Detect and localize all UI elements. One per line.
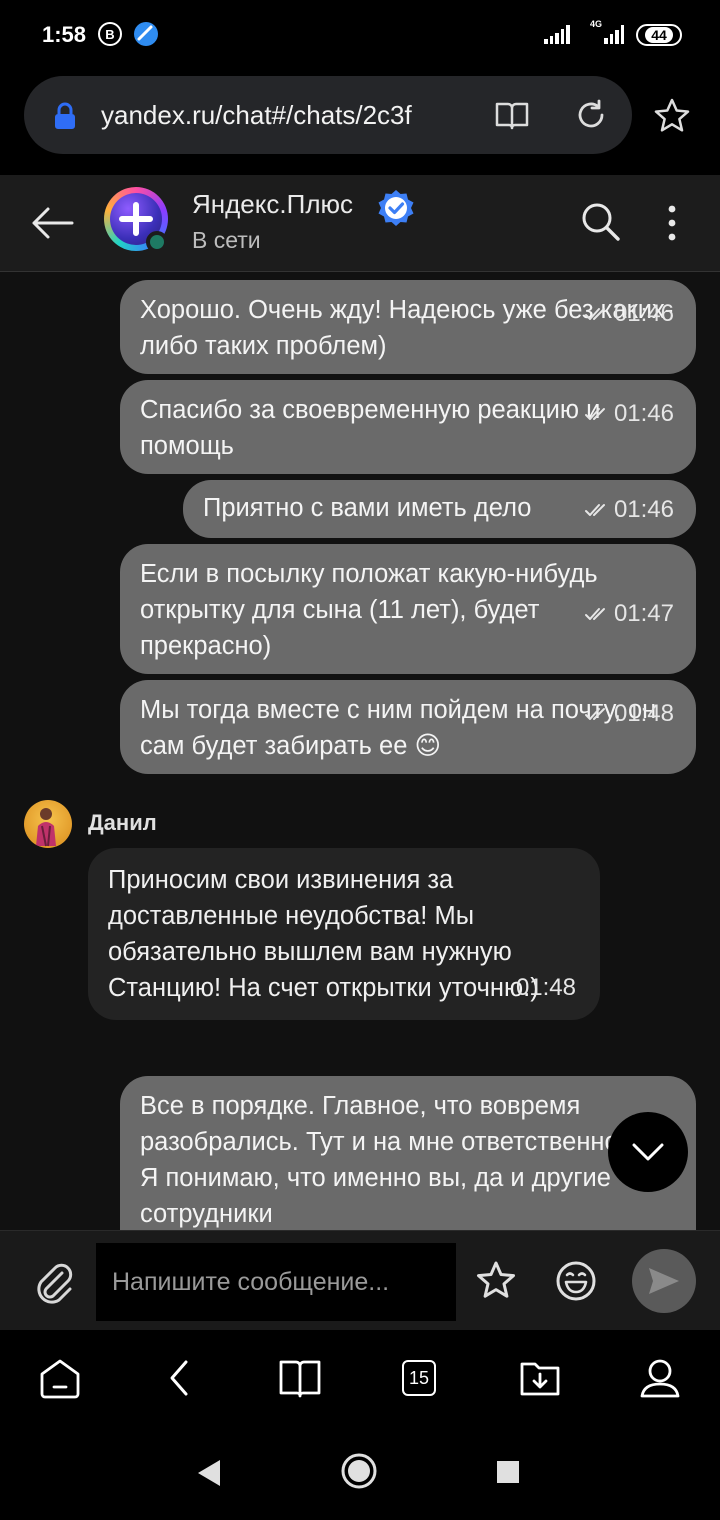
message-text: Приятно с вами иметь дело: [203, 494, 532, 522]
home-icon[interactable]: [38, 1356, 82, 1400]
message-time: 01:46: [613, 400, 674, 427]
double-check-icon: [584, 708, 605, 720]
message-meta: 01:46: [584, 492, 674, 528]
outgoing-message[interactable]: Хорошо. Очень жду! Надеюсь уже без каких…: [120, 280, 696, 374]
battery-icon: 44: [636, 24, 682, 46]
double-check-icon: [584, 308, 605, 320]
url-text[interactable]: yandex.ru/chat#/chats/2c3f: [101, 100, 456, 131]
bookmark-star-icon[interactable]: [652, 96, 692, 136]
message-meta: 01:46: [584, 396, 674, 432]
double-check-icon: [584, 408, 605, 420]
status-time: 1:58: [42, 22, 87, 47]
tabs-count-button[interactable]: 15: [402, 1360, 436, 1396]
sender-avatar[interactable]: [24, 800, 72, 848]
favorite-star-icon[interactable]: [474, 1259, 518, 1303]
system-home-icon[interactable]: [340, 1452, 378, 1490]
chat-status: В сети: [192, 227, 261, 253]
send-button[interactable]: [632, 1249, 696, 1313]
system-back-icon[interactable]: [194, 1458, 224, 1488]
outgoing-message[interactable]: Приятно с вами иметь дело 01:46: [183, 480, 696, 538]
scroll-to-bottom-button[interactable]: [608, 1112, 688, 1192]
person-avatar-icon: [36, 808, 56, 847]
back-arrow-icon[interactable]: [28, 203, 76, 243]
search-icon[interactable]: [578, 199, 622, 243]
sender-name: Данил: [88, 810, 157, 835]
address-bar[interactable]: yandex.ru/chat#/chats/2c3f: [24, 76, 632, 154]
book-icon[interactable]: [278, 1356, 322, 1400]
message-input[interactable]: [96, 1243, 456, 1321]
lock-icon: [55, 102, 75, 129]
message-meta: 01:47: [584, 596, 674, 632]
outgoing-message[interactable]: Если в посылку положат какую-нибудь откр…: [120, 544, 696, 674]
message-text: Спасибо за своевременную реакцию и помощ…: [140, 396, 601, 460]
browser-url-area: yandex.ru/chat#/chats/2c3f: [0, 70, 720, 175]
double-check-icon: [584, 608, 605, 620]
message-time: 01:47: [613, 600, 674, 627]
message-meta: 01:46: [584, 296, 674, 332]
message-time: 01:46: [613, 496, 674, 523]
verified-badge-icon: [378, 190, 414, 226]
message-text: Если в посылку положат какую-нибудь откр…: [140, 560, 598, 660]
message-text: Все в порядке. Главное, что вовремя разо…: [140, 1092, 664, 1228]
more-options-icon[interactable]: [660, 203, 684, 243]
incoming-message[interactable]: Приносим свои извинения за доставленные …: [88, 848, 600, 1020]
chat-header: Яндекс.Плюс В сети: [0, 175, 720, 272]
outgoing-message[interactable]: Спасибо за своевременную реакцию и помощ…: [120, 380, 696, 474]
downloads-folder-icon[interactable]: [518, 1356, 562, 1400]
message-text: Приносим свои извинения за доставленные …: [108, 866, 539, 1002]
message-time: 01:48: [613, 700, 674, 727]
message-meta: 01:48: [584, 696, 674, 732]
network-type-label: 4G: [590, 19, 603, 29]
wifi-signal-icon: [544, 24, 570, 44]
message-time: 01:46: [613, 300, 674, 327]
b-badge-icon: B: [98, 22, 122, 46]
message-list[interactable]: Хорошо. Очень жду! Надеюсь уже без каких…: [0, 272, 720, 1230]
outgoing-message[interactable]: Мы тогда вместе с ним пойдем на почту, о…: [120, 680, 696, 774]
status-bar: 1:58 B 4G 44: [0, 0, 720, 70]
online-indicator: [146, 231, 168, 253]
message-composer: [0, 1230, 720, 1330]
reload-icon[interactable]: [574, 98, 608, 132]
message-text: Мы тогда вместе с ним пойдем на почту, о…: [140, 696, 657, 760]
double-check-icon: [584, 504, 605, 516]
chat-title[interactable]: Яндекс.Плюс: [192, 189, 353, 220]
profile-icon[interactable]: [638, 1356, 682, 1400]
battery-level: 44: [645, 27, 673, 43]
browser-back-icon[interactable]: [158, 1356, 202, 1400]
emoji-icon[interactable]: [554, 1259, 598, 1303]
cell-signal-icon: [604, 24, 624, 44]
navigation-app-icon: [134, 22, 158, 46]
chevron-down-icon: [632, 1143, 664, 1161]
send-icon: [649, 1268, 679, 1294]
message-time: 01:48: [515, 974, 576, 1001]
attach-icon[interactable]: [32, 1259, 76, 1305]
reader-mode-icon[interactable]: [494, 100, 530, 130]
system-recents-icon[interactable]: [496, 1460, 520, 1484]
browser-toolbar: 15: [0, 1330, 720, 1430]
system-navigation-bar: [0, 1430, 720, 1520]
